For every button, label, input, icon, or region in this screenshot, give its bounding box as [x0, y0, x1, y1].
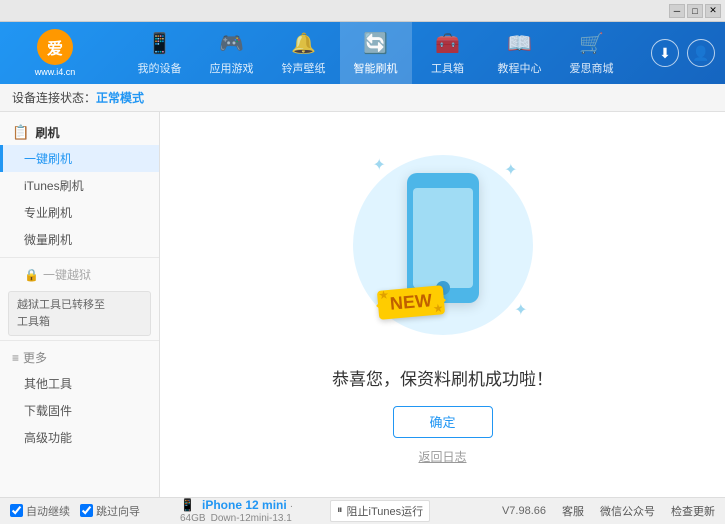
- nav-item-shop[interactable]: 🛒 爱思商城: [556, 22, 628, 84]
- nav-item-ringtone-label: 铃声壁纸: [282, 60, 326, 76]
- stop-itunes-icon: ⏸: [337, 504, 343, 517]
- auto-continue-checkbox[interactable]: 自动继续: [10, 503, 70, 519]
- sidebar-item-advanced[interactable]: 高级功能: [0, 424, 159, 451]
- success-message: 恭喜您，保资料刷机成功啦！: [332, 365, 553, 390]
- flash-section-icon: 📋: [12, 124, 29, 141]
- auto-continue-input[interactable]: [10, 504, 23, 517]
- sidebar-item-pro-flash[interactable]: 专业刷机: [0, 199, 159, 226]
- sidebar: 📋 刷机 一键刷机 iTunes刷机 专业刷机 微量刷机 🔒 一键越狱 越狱工具…: [0, 112, 160, 497]
- skip-wizard-checkbox[interactable]: 跳过向导: [80, 503, 140, 519]
- phone-illustration: ✦ ✦ ✦ ★ NEW ★: [343, 145, 543, 345]
- jailbreak-info-box: 越狱工具已转移至 工具箱: [8, 291, 151, 336]
- sidebar-item-other-tools[interactable]: 其他工具: [0, 370, 159, 397]
- logo: 爱 www.i4.cn: [10, 29, 100, 77]
- star-left-icon: ★: [378, 289, 388, 301]
- sidebar-flash-section: 📋 刷机: [0, 120, 159, 145]
- logo-subtext: www.i4.cn: [35, 67, 76, 77]
- nav-item-tutorial[interactable]: 📖 教程中心: [484, 22, 556, 84]
- my-device-icon: 📱: [147, 31, 172, 56]
- device-storage: ·: [290, 501, 293, 512]
- ringtone-icon: 🔔: [291, 31, 316, 56]
- confirm-button[interactable]: 确定: [393, 406, 493, 438]
- device-icon: 📱: [180, 498, 195, 512]
- nav-items: 📱 我的设备 🎮 应用游戏 🔔 铃声壁纸 🔄 智能刷机 🧰 工具箱 📖 教程中心…: [100, 22, 651, 84]
- phone-screen: [413, 188, 473, 288]
- status-bar: 设备连接状态： 正常模式: [0, 84, 725, 112]
- device-version: Down-12mini-13.1: [211, 513, 292, 524]
- sidebar-item-download-firmware[interactable]: 下载固件: [0, 397, 159, 424]
- sparkle-icon-2: ✦: [504, 160, 517, 180]
- new-badge: ★ NEW ★: [376, 285, 444, 320]
- title-bar: ─ □ ✕: [0, 0, 725, 22]
- status-prefix: 设备连接状态：: [12, 89, 96, 106]
- window-controls[interactable]: ─ □ ✕: [669, 4, 721, 18]
- sidebar-item-one-click-flash[interactable]: 一键刷机: [0, 145, 159, 172]
- stop-itunes-button[interactable]: ⏸ 阻止iTunes运行: [330, 500, 430, 522]
- support-link[interactable]: 客服: [562, 503, 584, 519]
- apps-games-icon: 🎮: [219, 31, 244, 56]
- sidebar-divider-2: [0, 340, 159, 341]
- sidebar-item-jailbreak-disabled: 🔒 一键越狱: [0, 262, 159, 287]
- sidebar-item-itunes-flash[interactable]: iTunes刷机: [0, 172, 159, 199]
- sparkle-icon-1: ✦: [373, 155, 386, 175]
- center-content: ✦ ✦ ✦ ★ NEW ★ 恭喜您，保资料刷机成功啦！ 确定 返回日志: [160, 112, 725, 497]
- main-content: 📋 刷机 一键刷机 iTunes刷机 专业刷机 微量刷机 🔒 一键越狱 越狱工具…: [0, 112, 725, 497]
- top-nav: 爱 www.i4.cn 📱 我的设备 🎮 应用游戏 🔔 铃声壁纸 🔄 智能刷机 …: [0, 22, 725, 84]
- tutorial-icon: 📖: [507, 31, 532, 56]
- bottom-bar: 自动继续 跳过向导 📱 iPhone 12 mini · 64GB Down-1…: [0, 497, 725, 523]
- version-text: V7.98.66: [502, 505, 546, 517]
- nav-item-toolbox-label: 工具箱: [431, 60, 464, 76]
- wechat-link[interactable]: 微信公众号: [600, 503, 655, 519]
- maximize-button[interactable]: □: [687, 4, 703, 18]
- bottom-left: 自动继续 跳过向导: [10, 503, 170, 519]
- nav-item-smart-flash[interactable]: 🔄 智能刷机: [340, 22, 412, 84]
- skip-wizard-input[interactable]: [80, 504, 93, 517]
- device-name: iPhone 12 mini: [202, 498, 287, 512]
- minimize-button[interactable]: ─: [669, 4, 685, 18]
- star-right-icon: ★: [433, 303, 443, 315]
- sparkle-icon-3: ✦: [514, 300, 527, 320]
- nav-right: ⬇ 👤: [651, 39, 715, 67]
- device-storage-value: 64GB: [180, 513, 206, 524]
- sidebar-item-micro-flash[interactable]: 微量刷机: [0, 226, 159, 253]
- phone-body: [407, 173, 479, 303]
- sidebar-more-section: ≡ 更多: [0, 345, 159, 370]
- shop-icon: 🛒: [579, 31, 604, 56]
- nav-item-tutorial-label: 教程中心: [498, 60, 542, 76]
- return-home-link[interactable]: 返回日志: [418, 448, 466, 465]
- nav-item-my-device[interactable]: 📱 我的设备: [124, 22, 196, 84]
- bottom-right: V7.98.66 客服 微信公众号 检查更新: [502, 503, 715, 519]
- nav-item-shop-label: 爱思商城: [570, 60, 614, 76]
- toolbox-icon: 🧰: [435, 31, 460, 56]
- update-link[interactable]: 检查更新: [671, 503, 715, 519]
- user-button[interactable]: 👤: [687, 39, 715, 67]
- download-button[interactable]: ⬇: [651, 39, 679, 67]
- nav-item-ringtone[interactable]: 🔔 铃声壁纸: [268, 22, 340, 84]
- sidebar-divider-1: [0, 257, 159, 258]
- logo-icon: 爱: [37, 29, 73, 65]
- nav-item-my-device-label: 我的设备: [138, 60, 182, 76]
- status-value: 正常模式: [96, 89, 144, 106]
- nav-item-toolbox[interactable]: 🧰 工具箱: [412, 22, 484, 84]
- nav-item-apps-games[interactable]: 🎮 应用游戏: [196, 22, 268, 84]
- smart-flash-icon: 🔄: [363, 31, 388, 56]
- bottom-device-info: 📱 iPhone 12 mini · 64GB Down-12mini-13.1: [170, 498, 330, 524]
- nav-item-smart-flash-label: 智能刷机: [354, 60, 398, 76]
- close-button[interactable]: ✕: [705, 4, 721, 18]
- nav-item-apps-games-label: 应用游戏: [210, 60, 254, 76]
